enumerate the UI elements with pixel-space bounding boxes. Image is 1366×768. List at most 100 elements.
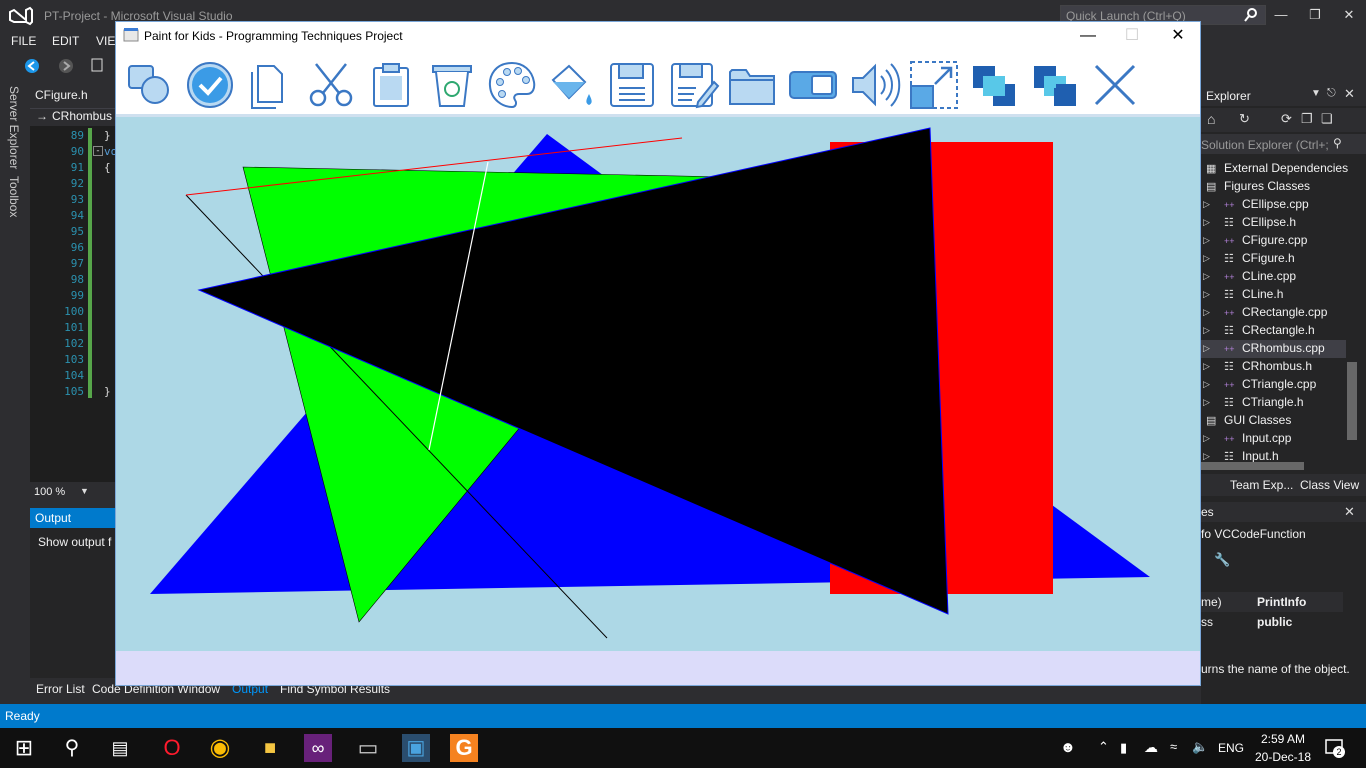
volume-icon[interactable]: 🔈 xyxy=(1192,739,1208,755)
notification-icon[interactable]: 2 xyxy=(1324,738,1346,758)
tree-item[interactable]: ▷ ++ CEllipse.cpp xyxy=(1201,196,1346,214)
expand-icon[interactable]: ▷ xyxy=(1203,289,1210,300)
show-all-files-icon[interactable]: ❏ xyxy=(1321,111,1333,127)
shapes-icon[interactable] xyxy=(123,58,177,112)
close-icon[interactable]: ✕ xyxy=(1340,6,1358,24)
palette-icon[interactable] xyxy=(485,58,539,112)
home-icon[interactable]: ⌂ xyxy=(1207,111,1215,127)
close-icon[interactable]: ✕ xyxy=(1166,26,1190,46)
save-as-icon[interactable] xyxy=(666,58,720,112)
tree-item[interactable]: ▷ ☷ CRectangle.h xyxy=(1201,322,1346,340)
tab-class-view[interactable]: Class View xyxy=(1300,478,1359,492)
maximize-icon[interactable]: ☐ xyxy=(1120,26,1144,46)
panel-close-icon[interactable]: ✕ xyxy=(1344,86,1355,102)
people-icon[interactable]: ☻ xyxy=(1060,739,1076,756)
bring-front-icon[interactable] xyxy=(967,58,1021,112)
open-folder-icon[interactable] xyxy=(726,58,780,112)
output-title[interactable]: Output xyxy=(35,511,71,525)
search-icon[interactable] xyxy=(1243,7,1259,23)
tree-item[interactable]: ▷ ☷ CTriangle.h xyxy=(1201,394,1346,412)
chrome-icon[interactable]: ◉ xyxy=(206,734,234,762)
editor-tab-cfigure[interactable]: CFigure.h xyxy=(35,88,88,102)
properties-close-icon[interactable]: ✕ xyxy=(1344,504,1355,520)
new-project-icon[interactable] xyxy=(90,57,106,73)
select-icon[interactable] xyxy=(183,58,237,112)
collapse-all-icon[interactable]: ❐ xyxy=(1301,111,1313,127)
tab-team-explorer[interactable]: Team Exp... xyxy=(1230,478,1293,492)
tree-item[interactable]: ▷ ++ Input.cpp xyxy=(1201,430,1346,448)
console-icon[interactable]: ▭ xyxy=(354,734,382,762)
tree-item[interactable]: ▷ ++ CLine.cpp xyxy=(1201,268,1346,286)
expand-icon[interactable]: ▷ xyxy=(1203,361,1210,372)
pdf-icon[interactable]: G xyxy=(450,734,478,762)
zoom-select[interactable]: 100 % xyxy=(34,486,65,498)
tree-item[interactable]: ▤ GUI Classes xyxy=(1201,412,1346,430)
tree-item[interactable]: ▷ ++ CRhombus.cpp xyxy=(1201,340,1346,358)
sound-icon[interactable] xyxy=(847,58,901,112)
menu-file[interactable]: FILE xyxy=(11,34,36,48)
start-icon[interactable]: ⊞ xyxy=(10,734,38,762)
wrench-icon[interactable]: 🔧 xyxy=(1214,552,1230,568)
collapse-icon[interactable]: - xyxy=(93,146,103,156)
minimize-icon[interactable]: — xyxy=(1076,26,1100,46)
battery-icon[interactable]: ▮ xyxy=(1120,740,1127,756)
tree-item[interactable]: ▷ ++ CTriangle.cpp xyxy=(1201,376,1346,394)
tree-item[interactable]: ▷ ++ CFigure.cpp xyxy=(1201,232,1346,250)
copy-icon[interactable] xyxy=(244,58,298,112)
tab-error-list[interactable]: Error List xyxy=(36,682,85,696)
fill-bucket-icon[interactable] xyxy=(545,58,599,112)
expand-icon[interactable]: ▷ xyxy=(1203,235,1210,246)
send-back-icon[interactable] xyxy=(1028,58,1082,112)
search-icon[interactable]: ⚲ xyxy=(58,734,86,762)
toolbox-tab[interactable]: Toolbox xyxy=(7,176,21,217)
search-icon[interactable]: ⚲ xyxy=(1333,136,1342,150)
tree-item[interactable]: ▷ ☷ CFigure.h xyxy=(1201,250,1346,268)
property-row[interactable]: me) PrintInfo xyxy=(1201,592,1343,612)
expand-icon[interactable]: ▷ xyxy=(1203,325,1210,336)
opera-icon[interactable]: O xyxy=(158,734,186,762)
tree-item[interactable]: ▷ ☷ CLine.h xyxy=(1201,286,1346,304)
task-view-icon[interactable]: ▤ xyxy=(106,734,134,762)
language-indicator[interactable]: ENG xyxy=(1218,741,1244,755)
expand-icon[interactable]: ▷ xyxy=(1203,397,1210,408)
cut-icon[interactable] xyxy=(304,58,358,112)
pin-icon[interactable]: ⎋ xyxy=(1327,87,1336,100)
refresh-icon[interactable]: ⟳ xyxy=(1281,111,1292,127)
paint-app-icon[interactable]: ▣ xyxy=(402,734,430,762)
tree-scrollbar[interactable] xyxy=(1347,362,1357,440)
expand-icon[interactable]: ▷ xyxy=(1203,217,1210,228)
tree-item[interactable]: ▷ ☷ CEllipse.h xyxy=(1201,214,1346,232)
property-row[interactable]: ss public xyxy=(1201,612,1343,632)
drawing-canvas[interactable] xyxy=(116,117,1200,651)
expand-icon[interactable]: ▷ xyxy=(1203,451,1210,462)
minimize-icon[interactable]: — xyxy=(1272,6,1290,24)
back-icon[interactable] xyxy=(24,58,40,74)
wifi-icon[interactable]: ≈ xyxy=(1170,739,1177,754)
panel-dropdown-icon[interactable]: ▼ xyxy=(1311,88,1321,99)
sync-icon[interactable]: ↻ xyxy=(1239,111,1250,127)
properties-object[interactable]: fo VCCodeFunction xyxy=(1201,527,1306,541)
expand-icon[interactable]: ▷ xyxy=(1203,433,1210,444)
chevron-down-icon[interactable]: ▼ xyxy=(80,486,89,496)
exit-icon[interactable] xyxy=(1088,58,1142,112)
visual-studio-icon[interactable]: ∞ xyxy=(304,734,332,762)
tree-item[interactable]: ▷ ++ CRectangle.cpp xyxy=(1201,304,1346,322)
expand-icon[interactable]: ▷ xyxy=(1203,271,1210,282)
paste-icon[interactable] xyxy=(364,58,418,112)
expand-icon[interactable]: ▷ xyxy=(1203,253,1210,264)
expand-icon[interactable]: ▷ xyxy=(1203,199,1210,210)
cloud-icon[interactable]: ☁ xyxy=(1144,739,1158,756)
toggle-mode-icon[interactable] xyxy=(786,58,840,112)
tree-item[interactable]: ▤ Figures Classes xyxy=(1201,178,1346,196)
tree-item[interactable]: ▦ External Dependencies xyxy=(1201,160,1348,178)
nav-scope[interactable]: CRhombus xyxy=(52,109,112,123)
expand-icon[interactable]: ▷ xyxy=(1203,343,1210,354)
tree-hscrollbar[interactable] xyxy=(1201,462,1304,470)
delete-icon[interactable] xyxy=(425,58,479,112)
save-icon[interactable] xyxy=(605,58,659,112)
resize-icon[interactable] xyxy=(907,58,961,112)
expand-icon[interactable]: ▷ xyxy=(1203,379,1210,390)
chevron-up-icon[interactable]: ⌃ xyxy=(1098,739,1109,755)
menu-edit[interactable]: EDIT xyxy=(52,34,79,48)
clock-date[interactable]: 20-Dec-18 xyxy=(1252,750,1314,764)
